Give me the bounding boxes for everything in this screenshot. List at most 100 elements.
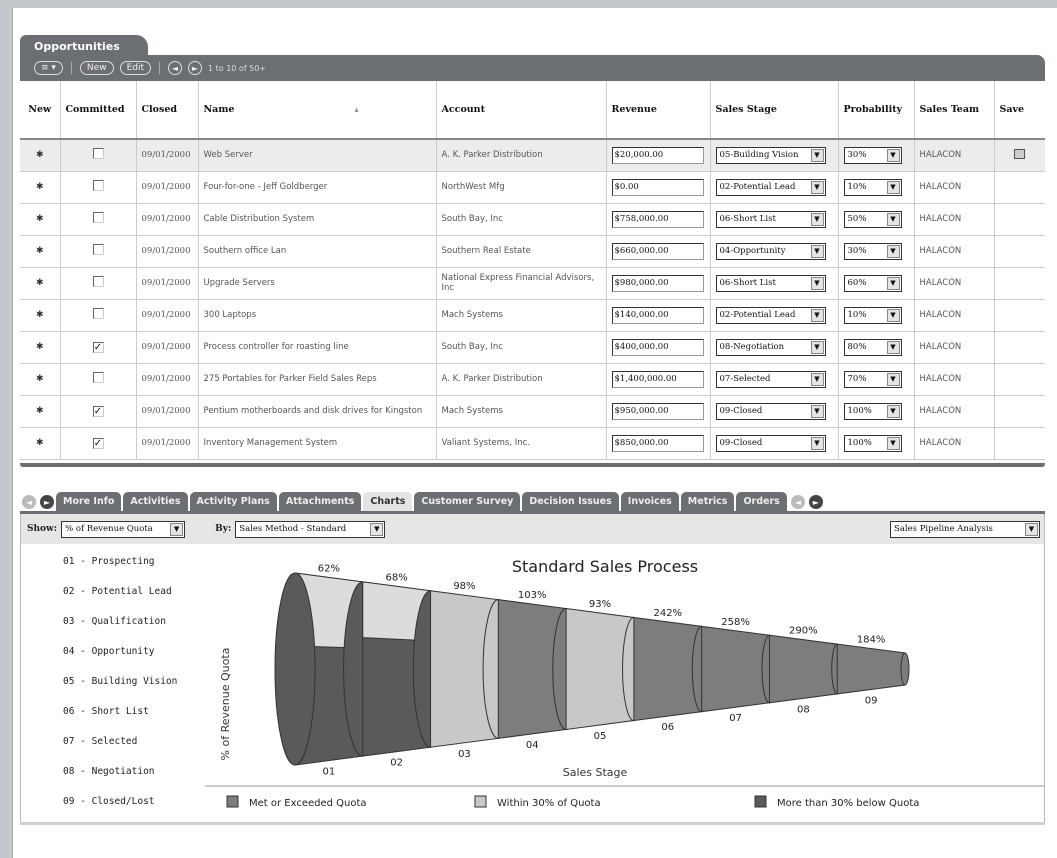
save-icon[interactable] <box>1014 148 1026 159</box>
menu-button[interactable]: ≡ ▾ <box>34 61 63 75</box>
tab-metrics[interactable]: Metrics <box>680 492 735 512</box>
committed-checkbox[interactable] <box>92 180 104 191</box>
revenue-input[interactable] <box>611 210 704 228</box>
column-header-revenue[interactable]: Revenue <box>605 81 710 140</box>
sales-stage-select[interactable]: 06-Short List ▼ <box>715 274 826 292</box>
probability-select[interactable]: 30% ▼ <box>843 242 902 260</box>
chevron-down-icon[interactable]: ▼ <box>810 212 824 226</box>
column-header-sales-team[interactable]: Sales Team <box>913 81 994 140</box>
committed-checkbox[interactable] <box>92 148 104 160</box>
tab-activities[interactable]: Activities <box>123 492 188 512</box>
committed-checkbox[interactable]: ✓ <box>92 437 104 449</box>
table-row[interactable]: ✱ 09/01/2000 Web Server A. K. Parker Distri… <box>20 139 1045 172</box>
chevron-down-icon[interactable]: ▼ <box>370 522 384 536</box>
opportunity-name[interactable]: Process controller for roasting line <box>197 331 436 364</box>
chevron-down-icon[interactable]: ▼ <box>810 436 824 450</box>
show-select[interactable]: % of Revenue Quota ▼ <box>61 520 186 538</box>
account-name[interactable]: National Express Financial Advisors, Inc <box>435 267 606 300</box>
prev-page-icon[interactable]: ◄ <box>168 61 182 75</box>
chevron-down-icon[interactable]: ▼ <box>810 148 824 162</box>
column-header-account[interactable]: Account <box>435 81 606 140</box>
column-header-new[interactable]: New <box>20 81 60 140</box>
tab-more-info[interactable]: More Info <box>56 492 122 512</box>
tabs-scroll-icon[interactable]: ► <box>40 495 54 509</box>
table-row[interactable]: ✱ 09/01/2000 Upgrade Servers National Expre… <box>20 267 1045 300</box>
account-name[interactable]: South Bay, Inc <box>435 331 606 364</box>
analysis-select[interactable]: Sales Pipeline Analysis ▼ <box>890 520 1040 538</box>
tab-orders[interactable]: Orders <box>736 492 787 512</box>
table-row[interactable]: ✱ ✓ 09/01/2000 Process controller for roast… <box>20 331 1045 364</box>
tab-decision-issues[interactable]: Decision Issues <box>522 492 619 512</box>
revenue-input[interactable] <box>611 338 704 356</box>
table-row[interactable]: ✱ 09/01/2000 Four-for-one - Jeff Goldberge… <box>20 171 1045 204</box>
column-header-sales-stage[interactable]: Sales Stage <box>709 81 838 140</box>
chevron-down-icon[interactable]: ▼ <box>886 244 900 258</box>
opportunities-tab[interactable]: Opportunities <box>20 35 148 57</box>
new-button[interactable]: New <box>79 61 114 75</box>
chevron-down-icon[interactable]: ▼ <box>810 308 824 322</box>
committed-checkbox[interactable] <box>92 276 104 287</box>
opportunity-name[interactable]: Cable Distribution System <box>197 203 436 236</box>
probability-select[interactable]: 100% ▼ <box>843 434 902 452</box>
tab-customer-survey[interactable]: Customer Survey <box>414 492 521 512</box>
tabs-prev-icon[interactable]: ► <box>22 495 36 509</box>
account-name[interactable]: Valiant Systems, Inc. <box>435 427 606 460</box>
sales-stage-select[interactable]: 08-Negotiation ▼ <box>715 338 826 356</box>
committed-checkbox[interactable] <box>92 212 104 223</box>
probability-select[interactable]: 80% ▼ <box>843 338 902 356</box>
chevron-down-icon[interactable]: ▼ <box>886 340 900 354</box>
by-select[interactable]: Sales Method - Standard ▼ <box>235 520 386 538</box>
tab-activity-plans[interactable]: Activity Plans <box>189 492 277 512</box>
revenue-input[interactable] <box>611 146 704 164</box>
chevron-down-icon[interactable]: ▼ <box>1025 522 1038 536</box>
chevron-down-icon[interactable]: ▼ <box>886 148 900 162</box>
chevron-down-icon[interactable]: ▼ <box>170 522 184 536</box>
probability-select[interactable]: 10% ▼ <box>843 178 902 196</box>
account-name[interactable]: A. K. Parker Distribution <box>435 139 606 172</box>
committed-checkbox[interactable] <box>92 244 104 255</box>
revenue-input[interactable] <box>611 402 704 420</box>
table-row[interactable]: ✱ ✓ 09/01/2000 Inventory Management System V… <box>20 427 1045 460</box>
edit-button[interactable]: Edit <box>119 61 151 75</box>
opportunity-name[interactable]: 275 Portables for Parker Field Sales Rep… <box>197 363 436 396</box>
column-header-closed[interactable]: Closed <box>135 81 198 140</box>
probability-select[interactable]: 70% ▼ <box>843 370 902 388</box>
revenue-input[interactable] <box>611 178 704 196</box>
account-name[interactable]: NorthWest Mfg <box>435 171 606 204</box>
chevron-down-icon[interactable]: ▼ <box>810 180 824 194</box>
opportunity-name[interactable]: Web Server <box>197 139 436 172</box>
committed-checkbox[interactable] <box>92 308 104 319</box>
opportunity-name[interactable]: Pentium motherboards and disk drives for… <box>197 395 436 428</box>
committed-checkbox[interactable]: ✓ <box>92 405 104 417</box>
sales-stage-select[interactable]: 09-Closed ▼ <box>715 434 826 452</box>
chevron-down-icon[interactable]: ▼ <box>810 372 824 386</box>
chevron-down-icon[interactable]: ▼ <box>886 372 900 386</box>
opportunity-name[interactable]: Southern office Lan <box>197 235 436 268</box>
revenue-input[interactable] <box>611 274 704 292</box>
chevron-down-icon[interactable]: ▼ <box>886 308 900 322</box>
sales-stage-select[interactable]: 02-Potential Lead ▼ <box>715 178 826 196</box>
account-name[interactable]: South Bay, Inc <box>435 203 606 236</box>
sales-stage-select[interactable]: 05-Building Vision ▼ <box>715 146 826 164</box>
tabs-more-prev-icon[interactable]: ► <box>790 495 805 509</box>
column-header-name[interactable]: Name ▴ <box>197 81 436 140</box>
table-row[interactable]: ✱ 09/01/2000 275 Portables for Parker Fiel… <box>20 363 1045 396</box>
probability-select[interactable]: 50% ▼ <box>843 210 902 228</box>
opportunity-name[interactable]: 300 Laptops <box>197 299 436 332</box>
table-row[interactable]: ✱ 09/01/2000 Cable Distribution System Sout… <box>20 203 1045 236</box>
tabs-next-icon[interactable]: ► <box>808 495 823 509</box>
next-page-icon[interactable]: ► <box>188 61 202 75</box>
table-row[interactable]: ✱ ✓ 09/01/2000 Pentium motherboards and dis… <box>20 395 1045 428</box>
chevron-down-icon[interactable]: ▼ <box>810 276 824 290</box>
revenue-input[interactable] <box>611 306 704 324</box>
revenue-input[interactable] <box>611 434 704 452</box>
probability-select[interactable]: 30% ▼ <box>843 146 902 164</box>
column-header-save[interactable]: Save <box>993 81 1045 140</box>
sales-stage-select[interactable]: 02-Potential Lead ▼ <box>715 306 826 324</box>
tab-charts[interactable]: Charts <box>363 492 413 512</box>
chevron-down-icon[interactable]: ▼ <box>810 404 824 418</box>
chevron-down-icon[interactable]: ▼ <box>886 436 900 450</box>
sales-stage-select[interactable]: 06-Short List ▼ <box>715 210 826 228</box>
table-row[interactable]: ✱ 09/01/2000300 LaptopsMach Systems 02-Pot… <box>20 299 1045 332</box>
probability-select[interactable]: 60% ▼ <box>843 274 902 292</box>
